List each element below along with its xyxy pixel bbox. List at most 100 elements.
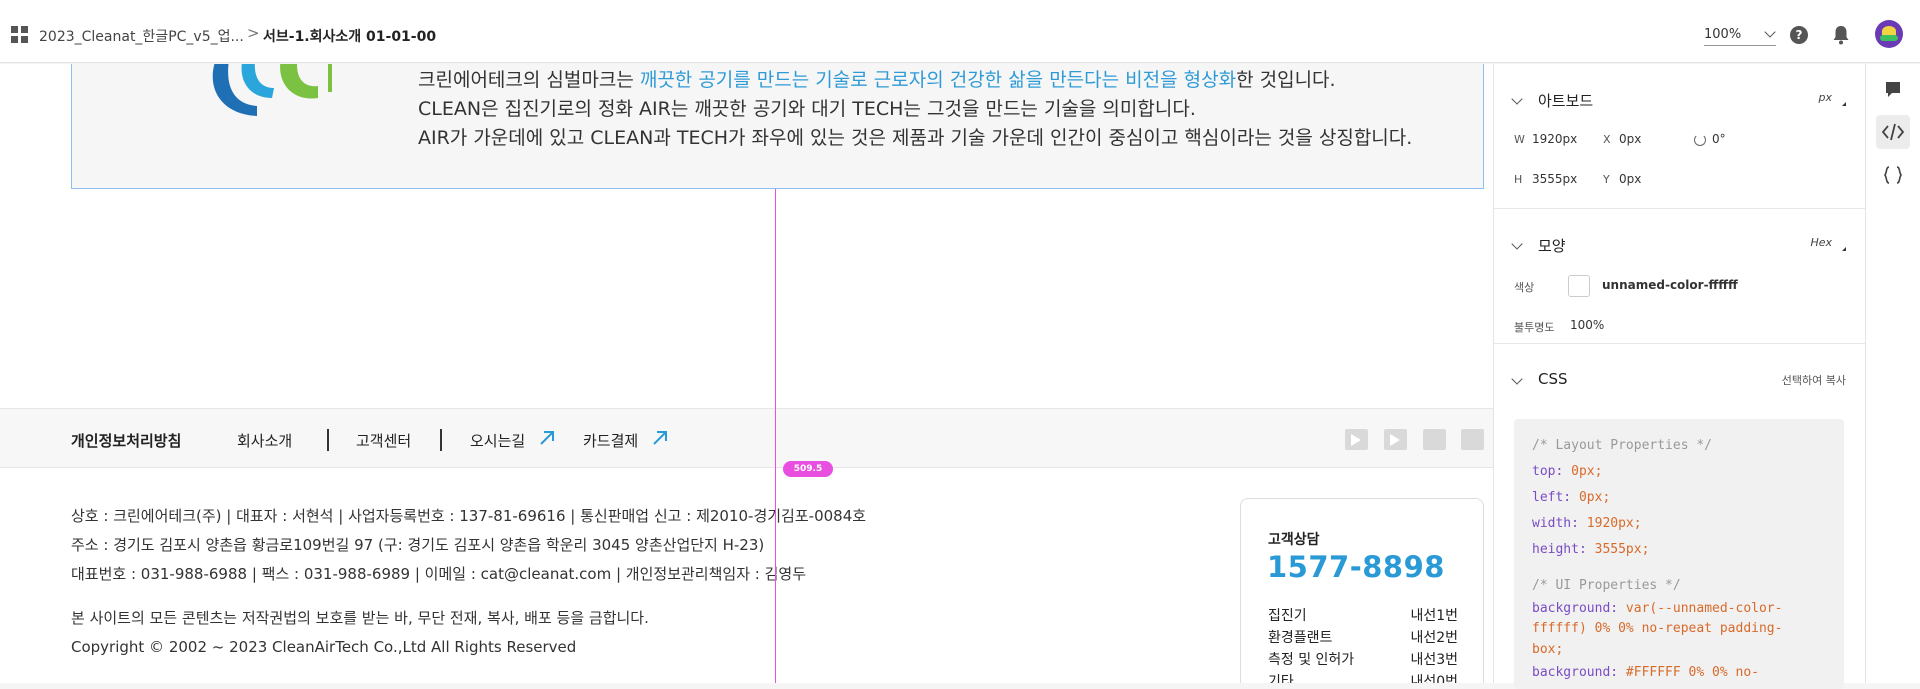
mission-line-1-start: 크린에어테크의 심벌마크는 <box>418 69 640 91</box>
footer-link-directions[interactable]: 오시는길 <box>470 430 525 451</box>
apps-grid-icon[interactable] <box>11 26 28 43</box>
tool-rail <box>1865 64 1920 683</box>
chevron-down-icon[interactable] <box>1511 238 1523 250</box>
cs-dept: 집진기 <box>1268 608 1307 624</box>
braces-icon <box>1884 166 1902 184</box>
code-line: background: var(--unnamed-color- <box>1532 599 1826 619</box>
code-comment: /* Layout Properties */ <box>1532 438 1713 453</box>
code-line: top: 0px; <box>1532 459 1826 485</box>
copyright-notice: 본 사이트의 모든 콘텐츠는 저작권법의 보호를 받는 바, 무단 전재, 복사… <box>71 609 649 627</box>
cs-label: 고객상담 <box>1268 532 1320 548</box>
chevron-down-icon <box>1764 26 1776 38</box>
footer-link-support[interactable]: 고객센터 <box>356 430 411 451</box>
footer-link-about[interactable]: 회사소개 <box>237 430 292 451</box>
cs-phone: 1577-8898 <box>1267 550 1445 584</box>
caret-icon <box>1842 102 1846 106</box>
y-value: 0px <box>1619 172 1642 186</box>
chevron-down-icon[interactable] <box>1511 93 1523 105</box>
cs-ext: 내선0번 <box>1410 674 1458 683</box>
code-key: top: <box>1532 464 1564 479</box>
design-canvas[interactable]: 크린에어테크의 심벌마크는 깨끗한 공기를 만드는 기술로 근로자의 건강한 삶… <box>0 64 1493 683</box>
code-key: left: <box>1532 490 1572 505</box>
cs-row: 집진기 내선1번 <box>1268 605 1458 625</box>
inspector-panel: 아트보드 px W 1920px X 0px 0° H 3555px Y 0px… <box>1493 64 1866 689</box>
artboard-section: 아트보드 px W 1920px X 0px 0° H 3555px Y 0px <box>1494 64 1866 209</box>
code-icon <box>1881 123 1905 141</box>
zoom-select[interactable]: 100% <box>1704 24 1776 46</box>
breadcrumb-project[interactable]: 2023_Cleanat_한글PC_v5_업... <box>39 26 244 46</box>
breadcrumb-page: 서브-1.회사소개 01-01-00 <box>263 29 437 45</box>
cs-dept: 기타 <box>1268 674 1294 683</box>
code-line: width: 1920px; <box>1532 511 1826 537</box>
opacity-value: 100% <box>1570 318 1605 332</box>
appearance-section-title[interactable]: 모양 <box>1538 235 1566 256</box>
code-line: height: 3555px; <box>1532 537 1826 563</box>
cs-row: 측정 및 인허가 내선3번 <box>1268 649 1458 669</box>
y-label: Y <box>1603 173 1610 186</box>
footer-divider <box>327 429 329 451</box>
mission-line-1-end: 한 것입니다. <box>1236 69 1336 91</box>
code-comment: /* UI Properties */ <box>1532 578 1681 593</box>
help-icon[interactable]: ? <box>1790 26 1808 44</box>
footer-link-card-payment[interactable]: 카드결제 <box>583 430 638 451</box>
blog-icon[interactable] <box>1423 429 1446 450</box>
code-key: height: <box>1532 542 1587 557</box>
cs-ext: 내선3번 <box>1410 652 1458 668</box>
appearance-section: 모양 Hex 색상 unnamed-color-ffffff 불투명도 100% <box>1494 209 1866 344</box>
measure-guide-line <box>775 189 776 683</box>
copyright-block: 본 사이트의 모든 콘텐츠는 저작권법의 보호를 받는 바, 무단 전재, 복사… <box>71 604 649 662</box>
code-value: box; <box>1532 642 1564 657</box>
youtube-icon[interactable] <box>1345 429 1368 450</box>
artboard-mission-section[interactable]: 크린에어테크의 심벌마크는 깨끗한 공기를 만드는 기술로 근로자의 건강한 삶… <box>71 64 1484 189</box>
artboard-section-title[interactable]: 아트보드 <box>1538 90 1593 111</box>
measure-guide-value: 509.5 <box>783 461 833 477</box>
company-info-line: 대표번호 : 031-988-6988 | 팩스 : 031-988-6989 … <box>71 565 806 583</box>
caret-icon <box>1842 247 1846 251</box>
css-code-block[interactable]: /* Layout Properties */ top: 0px; left: … <box>1514 419 1844 689</box>
code-key: background: <box>1532 665 1619 680</box>
rotation-value: 0° <box>1712 132 1726 146</box>
mission-line-3: AIR가 가운데에 있고 CLEAN과 TECH가 좌우에 있는 것은 제품과 … <box>418 127 1413 149</box>
arrow-up-right-icon[interactable] <box>538 429 556 447</box>
footer-link-privacy[interactable]: 개인정보처리방침 <box>71 430 181 451</box>
copy-hint: 선택하여 복사 <box>1781 374 1846 387</box>
comment-icon <box>1886 82 1900 97</box>
opacity-label: 불투명도 <box>1514 321 1555 334</box>
code-value: ffffff) 0% 0% no-repeat padding- <box>1532 621 1783 636</box>
cleanat-logo-fragment <box>212 64 332 116</box>
cs-row: 환경플랜트 내선2번 <box>1268 627 1458 647</box>
bell-icon[interactable] <box>1832 25 1850 45</box>
color-swatch[interactable] <box>1568 275 1590 297</box>
variables-tool[interactable] <box>1876 158 1910 192</box>
cs-dept: 환경플랜트 <box>1268 630 1333 646</box>
code-value: 1920px; <box>1586 516 1642 531</box>
unit-select[interactable]: px <box>1819 91 1833 104</box>
color-label: 색상 <box>1514 281 1535 294</box>
customer-service-box: 고객상담 1577-8898 집진기 내선1번 환경플랜트 내선2번 측정 및 인허… <box>1240 498 1484 683</box>
cs-dept: 측정 및 인허가 <box>1268 652 1355 668</box>
width-value: 1920px <box>1532 132 1578 146</box>
avatar[interactable] <box>1875 20 1903 48</box>
height-label: H <box>1514 173 1523 186</box>
company-info-line: 상호 : 크린에어테크(주) | 대표자 : 서현석 | 사업자등록번호 : 1… <box>71 507 867 525</box>
store-icon[interactable] <box>1461 429 1484 450</box>
copyright-text: Copyright © 2002 ~ 2023 CleanAirTech Co.… <box>71 638 577 656</box>
play-icon[interactable] <box>1384 429 1407 450</box>
x-label: X <box>1603 133 1611 146</box>
mission-text: 크린에어테크의 심벌마크는 깨끗한 공기를 만드는 기술로 근로자의 건강한 삶… <box>418 66 1412 153</box>
color-name[interactable]: unnamed-color-ffffff <box>1602 278 1738 292</box>
css-section-title[interactable]: CSS <box>1538 370 1568 388</box>
rotation-icon <box>1694 134 1706 146</box>
chevron-down-icon[interactable] <box>1511 373 1523 385</box>
zoom-value: 100% <box>1704 27 1742 42</box>
mission-line-2: CLEAN은 집진기로의 정화 AIR는 깨끗한 공기와 대기 TECH는 그것… <box>418 98 1196 120</box>
cs-ext: 내선1번 <box>1410 608 1458 624</box>
code-tool[interactable] <box>1876 115 1910 149</box>
company-info: 상호 : 크린에어테크(주) | 대표자 : 서현석 | 사업자등록번호 : 1… <box>71 502 866 589</box>
code-value: 0px; <box>1578 490 1611 505</box>
arrow-up-right-icon[interactable] <box>651 429 669 447</box>
color-format-select[interactable]: Hex <box>1810 236 1832 249</box>
comments-tool[interactable] <box>1876 72 1910 106</box>
code-value: #FFFFFF 0% 0% no- <box>1625 665 1759 680</box>
mission-highlight: 깨끗한 공기를 만드는 기술로 근로자의 건강한 삶을 만든다는 비전을 형상화 <box>639 69 1237 91</box>
